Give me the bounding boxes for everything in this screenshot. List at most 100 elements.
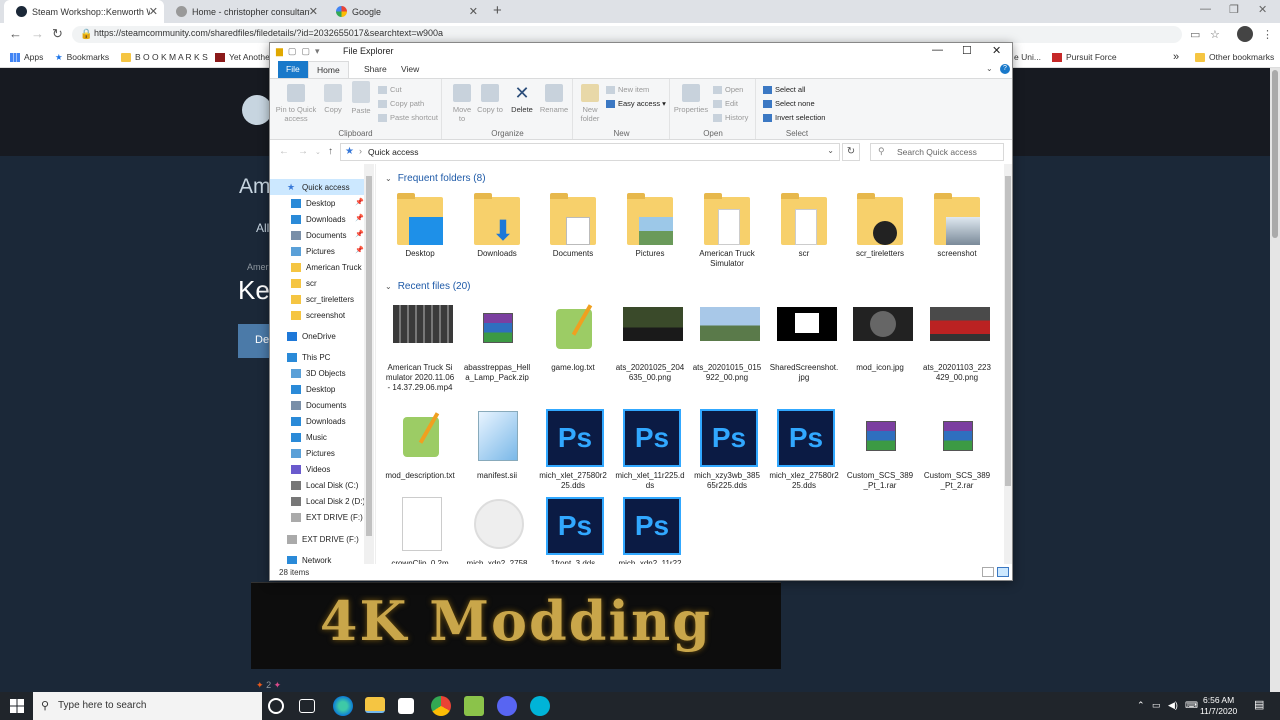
tray-chevron-icon[interactable]: ⌃ bbox=[1137, 700, 1145, 711]
new-folder-button[interactable]: New folder bbox=[577, 84, 603, 123]
file-tile[interactable]: mich_xdn2_2758 bbox=[462, 497, 532, 564]
new-item-button[interactable]: New item bbox=[606, 85, 649, 94]
bookmark-bookmarks[interactable]: ★ Bookmarks bbox=[55, 46, 109, 68]
task-view-icon[interactable] bbox=[299, 699, 315, 713]
address-box[interactable]: ★ › Quick access ⌄ bbox=[340, 143, 840, 161]
file-tile[interactable]: ats_20201015_015922_00.png bbox=[692, 301, 762, 383]
bookmark-other[interactable]: Other bookmarks bbox=[1195, 46, 1274, 68]
file-tile[interactable]: Ps mich_xdn2_11r22 bbox=[615, 497, 685, 564]
discord-icon[interactable] bbox=[497, 696, 517, 716]
back-icon[interactable]: ← bbox=[279, 146, 289, 157]
file-tile[interactable]: Ps mich_xlet_11r225.dds bbox=[615, 409, 685, 491]
file-tile[interactable]: Ps mich_xlet_27580r225.dds bbox=[538, 409, 608, 491]
minimize-icon[interactable]: — bbox=[1200, 3, 1211, 15]
folder-tile[interactable]: scr_tireletters bbox=[845, 191, 915, 259]
maximize-icon[interactable]: ☐ bbox=[962, 44, 972, 57]
cortana-icon[interactable] bbox=[268, 698, 284, 714]
pin-icon[interactable]: 📌 bbox=[355, 230, 364, 238]
recent-locations-icon[interactable]: ⌄ bbox=[315, 148, 321, 156]
forward-icon[interactable]: → bbox=[298, 146, 308, 157]
properties-button[interactable]: Properties bbox=[673, 84, 709, 114]
folder-tile[interactable]: Desktop bbox=[385, 191, 455, 259]
nav-item-scr-tireletters[interactable]: scr_tireletters bbox=[270, 291, 366, 307]
copy-to-button[interactable]: Copy to bbox=[477, 84, 503, 114]
new-folder-icon[interactable]: ▢ bbox=[301, 46, 310, 57]
properties-icon[interactable]: ▢ bbox=[288, 46, 297, 57]
tab-steam-workshop[interactable]: Steam Workshop::Kenworth W90 ✕ bbox=[4, 0, 164, 23]
bookmarks-overflow[interactable]: » bbox=[1173, 46, 1179, 68]
file-tile[interactable]: Ps mich_xlez_27580r225.dds bbox=[769, 409, 839, 491]
nav-item-downloads[interactable]: Downloads bbox=[270, 413, 366, 429]
easy-access-button[interactable]: Easy access ▾ bbox=[606, 99, 666, 108]
chevron-right-icon[interactable]: › bbox=[359, 146, 362, 156]
close-tab-icon[interactable]: ✕ bbox=[149, 5, 158, 18]
tab-file[interactable]: File bbox=[278, 61, 308, 78]
chevron-down-icon[interactable]: ⌄ bbox=[986, 64, 993, 73]
rename-button[interactable]: Rename bbox=[539, 84, 569, 114]
close-icon[interactable]: ✕ bbox=[992, 44, 1001, 57]
paste-button[interactable]: Paste bbox=[348, 81, 374, 115]
open-button[interactable]: Open bbox=[713, 85, 743, 94]
page-scrollbar[interactable] bbox=[1270, 68, 1280, 692]
file-tile[interactable]: Custom_SCS_389_Pt_1.rar bbox=[845, 409, 915, 491]
file-tile[interactable]: abasstreppas_Hella_Lamp_Pack.zip bbox=[462, 301, 532, 383]
nav-item-desktop[interactable]: Desktop bbox=[270, 381, 366, 397]
select-all-button[interactable]: Select all bbox=[763, 85, 805, 94]
nav-item-ext-drive-f[interactable]: EXT DRIVE (F:) bbox=[270, 531, 366, 547]
tab-view[interactable]: View bbox=[393, 61, 427, 78]
nav-item-pictures[interactable]: Pictures bbox=[270, 445, 366, 461]
nav-item-documents[interactable]: Documents bbox=[270, 397, 366, 413]
maximize-icon[interactable]: ❐ bbox=[1229, 3, 1239, 16]
cut-button[interactable]: Cut bbox=[378, 85, 402, 94]
nav-item-screenshot[interactable]: screenshot bbox=[270, 307, 366, 323]
windows-start-icon[interactable] bbox=[10, 699, 24, 713]
file-tile[interactable]: mod_description.txt bbox=[385, 409, 455, 481]
details-view-icon[interactable] bbox=[982, 567, 994, 577]
clock[interactable]: 6:56 AM 11/7/2020 bbox=[1200, 695, 1237, 717]
tab-christopher-consultants[interactable]: Home - christopher consultants ✕ bbox=[164, 0, 324, 23]
tab-google[interactable]: Google ✕ bbox=[324, 0, 484, 23]
nav-item-desktop[interactable]: Desktop 📌 bbox=[270, 195, 366, 211]
file-tile[interactable]: mod_icon.jpg bbox=[845, 301, 915, 373]
avatar[interactable] bbox=[1237, 26, 1253, 42]
pin-icon[interactable]: 📌 bbox=[355, 246, 364, 254]
chevron-down-icon[interactable]: ⌄ bbox=[827, 146, 834, 155]
refresh-button[interactable]: ↻ bbox=[842, 143, 860, 161]
up-icon[interactable]: ↑ bbox=[328, 146, 333, 157]
invert-selection-button[interactable]: Invert selection bbox=[763, 113, 825, 122]
bookmark-folder-bookmarks[interactable]: B O O K M A R K S bbox=[121, 46, 208, 68]
steam-logo[interactable] bbox=[242, 95, 272, 125]
tab-share[interactable]: Share bbox=[356, 61, 395, 78]
copy-button[interactable]: Copy bbox=[320, 84, 346, 114]
content-scrollbar[interactable] bbox=[1004, 164, 1012, 564]
address-bar[interactable]: 🔒 https://steamcommunity.com/sharedfiles… bbox=[72, 26, 1182, 43]
nav-item-american-truck[interactable]: American Truck bbox=[270, 259, 366, 275]
search-input[interactable]: ⚲ Search Quick access bbox=[870, 143, 1004, 161]
reload-icon[interactable]: ↻ bbox=[52, 26, 63, 42]
file-explorer-icon[interactable] bbox=[365, 697, 385, 713]
file-tile[interactable]: SharedScreenshot.jpg bbox=[769, 301, 839, 383]
pin-icon[interactable]: 📌 bbox=[355, 214, 364, 222]
file-tile[interactable]: ats_20201025_204635_00.png bbox=[615, 301, 685, 383]
volume-icon[interactable]: ◀) bbox=[1168, 700, 1178, 711]
nav-item-local-disk-2-d[interactable]: Local Disk 2 (D:) bbox=[270, 493, 366, 509]
nav-item-pictures[interactable]: Pictures 📌 bbox=[270, 243, 366, 259]
nav-item-music[interactable]: Music bbox=[270, 429, 366, 445]
pin-quick-access-button[interactable]: Pin to Quick access bbox=[274, 84, 318, 123]
file-tile[interactable]: Custom_SCS_389_Pt_2.rar bbox=[922, 409, 992, 491]
large-icons-view-icon[interactable] bbox=[997, 567, 1009, 577]
award-badge[interactable]: ✦ 2 ✦ bbox=[256, 680, 281, 691]
cast-icon[interactable]: ▭ bbox=[1190, 28, 1200, 41]
close-tab-icon[interactable]: ✕ bbox=[469, 5, 478, 18]
file-tile[interactable]: game.log.txt bbox=[538, 301, 608, 373]
folder-tile[interactable]: scr bbox=[769, 191, 839, 259]
nav-item-onedrive[interactable]: OneDrive bbox=[270, 328, 366, 344]
nav-item-local-disk-c[interactable]: Local Disk (C:) bbox=[270, 477, 366, 493]
frequent-folders-header[interactable]: ⌄ Frequent folders (8) bbox=[385, 173, 486, 184]
pin-icon[interactable]: 📌 bbox=[355, 198, 364, 206]
tab-home[interactable]: Home bbox=[308, 61, 349, 78]
dropdown-icon[interactable]: ▾ bbox=[315, 46, 320, 57]
folder-tile[interactable]: American Truck Simulator bbox=[692, 191, 762, 269]
nav-item-network[interactable]: Network bbox=[270, 552, 366, 564]
ccleaner-icon[interactable] bbox=[530, 696, 550, 716]
